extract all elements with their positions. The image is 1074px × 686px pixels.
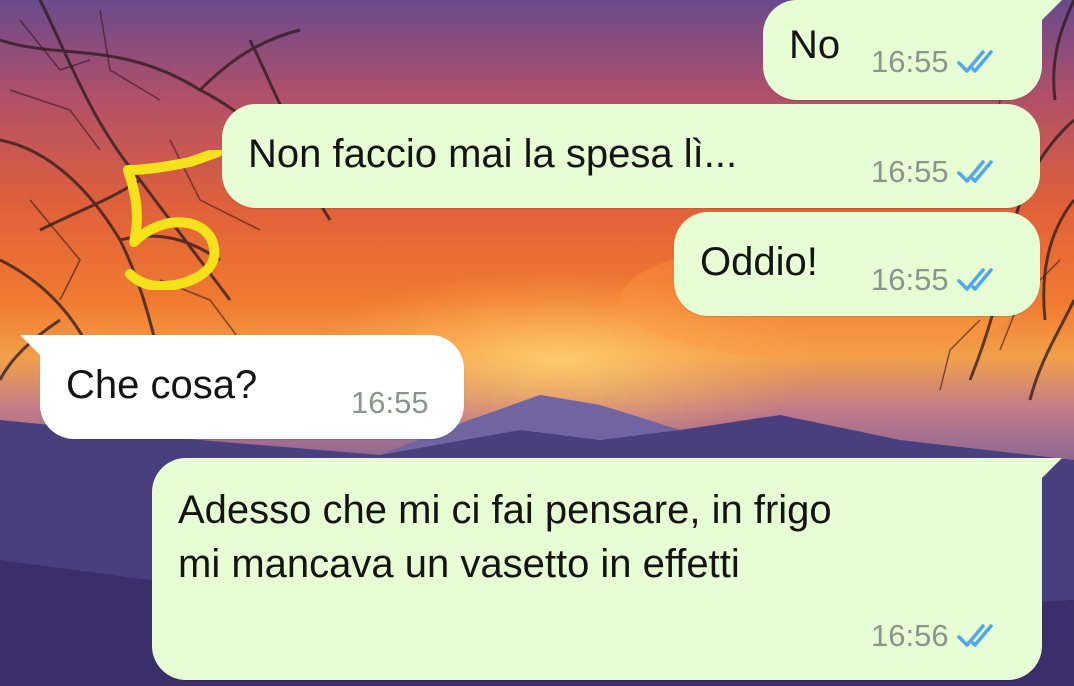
outgoing-message-bubble[interactable]: Adesso che mi ci fai pensare, in frigo m… bbox=[152, 458, 1062, 680]
message-timestamp: 16:56 bbox=[871, 618, 949, 653]
message-text: No bbox=[789, 23, 841, 67]
message-text: Non faccio mai la spesa lì... bbox=[248, 132, 738, 176]
message-meta: 16:55 bbox=[871, 262, 1003, 298]
message-timestamp: 16:55 bbox=[871, 154, 949, 189]
handwritten-number-annotation: 5 bbox=[118, 150, 223, 290]
bubble-tail-icon bbox=[20, 335, 54, 361]
double-check-icon bbox=[956, 624, 993, 647]
double-check-icon bbox=[956, 50, 993, 73]
bubble-tail-icon bbox=[1028, 458, 1062, 484]
double-check-icon bbox=[956, 160, 993, 183]
message-timestamp: 16:55 bbox=[871, 44, 949, 79]
double-check-icon bbox=[956, 268, 993, 291]
message-timestamp: 16:55 bbox=[871, 262, 949, 297]
message-text: Oddio! bbox=[700, 240, 818, 284]
message-meta: 16:55 bbox=[351, 385, 429, 421]
message-meta: 16:55 bbox=[871, 154, 1003, 190]
message-text: Adesso che mi ci fai pensare, in frigo m… bbox=[178, 488, 832, 586]
message-meta: 16:56 bbox=[871, 618, 1003, 654]
message-meta: 16:55 bbox=[871, 44, 1003, 80]
outgoing-message-bubble[interactable]: No 16:55 bbox=[763, 0, 1062, 100]
outgoing-message-bubble[interactable]: Non faccio mai la spesa lì... 16:55 bbox=[222, 104, 1040, 208]
svg-text:5: 5 bbox=[118, 150, 119, 151]
outgoing-message-bubble[interactable]: Oddio! 16:55 bbox=[674, 212, 1040, 316]
message-timestamp: 16:55 bbox=[351, 385, 429, 420]
bubble-tail-icon bbox=[1028, 0, 1062, 26]
message-text: Che cosa? bbox=[66, 363, 258, 407]
incoming-message-bubble[interactable]: Che cosa? 16:55 bbox=[20, 335, 464, 439]
